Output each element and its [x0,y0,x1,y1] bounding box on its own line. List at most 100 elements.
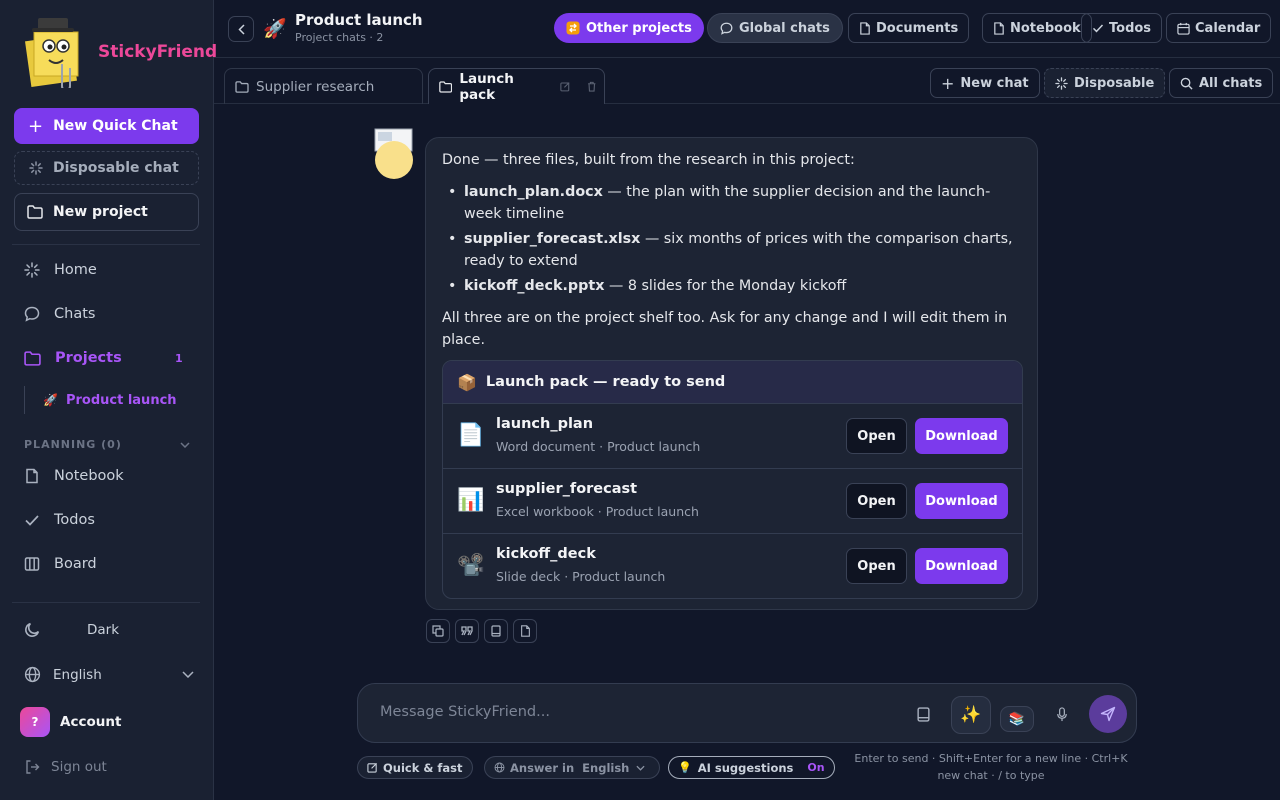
notebook-icon [916,706,930,722]
top-bar: 🚀 Product launch Project chats · 2 Other… [214,0,1280,58]
file-title: kickoff_deck [496,546,596,562]
language-label: English [53,666,102,683]
ai-enhance-button[interactable]: ✨ [951,696,991,734]
nav-notebook[interactable]: Notebook [24,468,124,484]
disposable-chat-label: Disposable chat [53,160,179,176]
check-icon [1092,24,1104,33]
chevron-down-icon [180,441,190,448]
download-button[interactable]: Download [915,418,1008,454]
global-chats-button[interactable]: Global chats [707,13,843,43]
notebook-icon [491,625,501,637]
planning-section-header[interactable]: PLANNING (0) [24,438,190,451]
nav-todos[interactable]: Todos [24,512,95,528]
plus-icon: + [28,115,44,137]
notebook-attach-button[interactable] [914,705,932,723]
projects-count-badge: 1 [175,352,183,365]
nav-board[interactable]: Board [24,556,97,572]
download-button[interactable]: Download [915,483,1008,519]
trash-icon[interactable] [587,81,597,92]
nav-chats[interactable]: Chats [24,306,95,322]
file-row: 📄 launch_plan Word document · Product la… [443,404,1022,469]
back-button[interactable] [228,16,254,42]
moon-icon [25,622,40,637]
tab-launch-pack[interactable]: Launch pack [428,68,605,104]
documents-button[interactable]: Documents [848,13,970,43]
assistant-avatar [374,128,413,179]
mode-quick-fast-chip[interactable]: Quick & fast [357,756,473,779]
chat-bubble-icon [24,306,40,322]
microphone-button[interactable] [1053,705,1071,723]
rocket-icon: 🚀 [43,393,58,407]
new-quick-chat-button[interactable]: + New Quick Chat [14,108,199,144]
nav-home[interactable]: Home [24,262,97,278]
open-button[interactable]: Open [846,548,907,584]
new-project-button[interactable]: New project [14,193,199,231]
nav-todos-label: Todos [54,512,95,528]
answer-in-label: Answer in [510,760,575,775]
quote-button[interactable] [455,619,479,643]
open-button[interactable]: Open [846,418,907,454]
edit-icon [367,762,378,773]
lightbulb-icon: 💡 [678,761,692,774]
file-name: supplier_forecast.xlsx [464,231,641,247]
launch-pack-title: Launch pack — ready to send [485,374,726,390]
divider [12,602,200,603]
language-select[interactable]: English [24,666,194,683]
file-list-item: kickoff_deck.pptx — 8 slides for the Mon… [448,275,1024,297]
other-projects-button[interactable]: Other projects [554,13,704,43]
brand[interactable]: StickyFriend [22,16,217,88]
answer-language-select[interactable]: Answer in English [484,756,661,779]
sidebar-item-product-launch[interactable]: 🚀 Product launch [24,386,204,414]
project-subtitle: Project chats · 2 [295,31,384,44]
todos-label: Todos [1109,20,1152,36]
new-chat-button[interactable]: + New chat [930,68,1040,98]
sparkle-icon [24,262,40,278]
calendar-button[interactable]: Calendar [1166,13,1272,43]
disposable-chat-button[interactable]: Disposable chat [14,151,199,185]
sticky-mascot-logo [25,18,79,88]
other-projects-label: Other projects [586,20,692,36]
message-input[interactable]: Message StickyFriend... [380,704,550,720]
open-button[interactable]: Open [846,483,907,519]
notebook-button[interactable]: Notebook [982,13,1092,43]
check-icon [25,515,39,526]
globe-icon [494,762,505,773]
sign-out-button[interactable]: Sign out [24,759,107,775]
tab-label: Launch pack [459,70,514,103]
file-title: supplier_forecast [496,481,638,497]
nav-projects[interactable]: Projects [24,350,122,366]
library-button[interactable]: 📚 [1000,706,1034,732]
download-button[interactable]: Download [915,548,1008,584]
save-to-notebook-button[interactable] [484,619,508,643]
tab-supplier-research[interactable]: Supplier research [224,68,423,104]
sparkle-icon [1055,76,1068,90]
documents-label: Documents [876,20,959,36]
ai-suggestions-toggle[interactable]: 💡 AI suggestions On [668,756,835,779]
hint-line: new chat · / to type [937,769,1045,782]
file-title: launch_plan [496,416,594,432]
file-meta: Excel workbook · Product launch [496,504,699,519]
disposable-button[interactable]: Disposable [1044,68,1166,98]
todos-button[interactable]: Todos [1081,13,1163,43]
file-meta: Slide deck · Product launch [496,569,666,584]
save-document-button[interactable] [513,619,537,643]
copy-button[interactable] [426,619,450,643]
copy-icon [432,625,444,637]
account-button[interactable]: ? Account [20,707,121,737]
chat-bubble-icon [720,22,733,35]
launch-pack-header: 📦 Launch pack — ready to send [443,361,1022,404]
folder-icon [24,350,41,366]
ai-suggestions-label: AI suggestions [697,760,794,775]
message-outro: All three are on the project shelf too. … [442,310,1008,348]
answer-in-value: English [582,760,630,775]
edit-icon[interactable] [560,81,570,92]
notebook-label: Notebook [1010,20,1081,36]
message-composer: Message StickyFriend... ✨ 📚 [357,683,1137,743]
send-button[interactable] [1089,695,1127,733]
folder-icon [27,205,43,219]
theme-toggle[interactable]: Dark [24,621,194,638]
microphone-icon [1057,706,1067,721]
assistant-message: Done — three files, built from the resea… [425,137,1038,610]
all-chats-button[interactable]: All chats [1169,68,1274,98]
sign-out-label: Sign out [51,759,107,775]
